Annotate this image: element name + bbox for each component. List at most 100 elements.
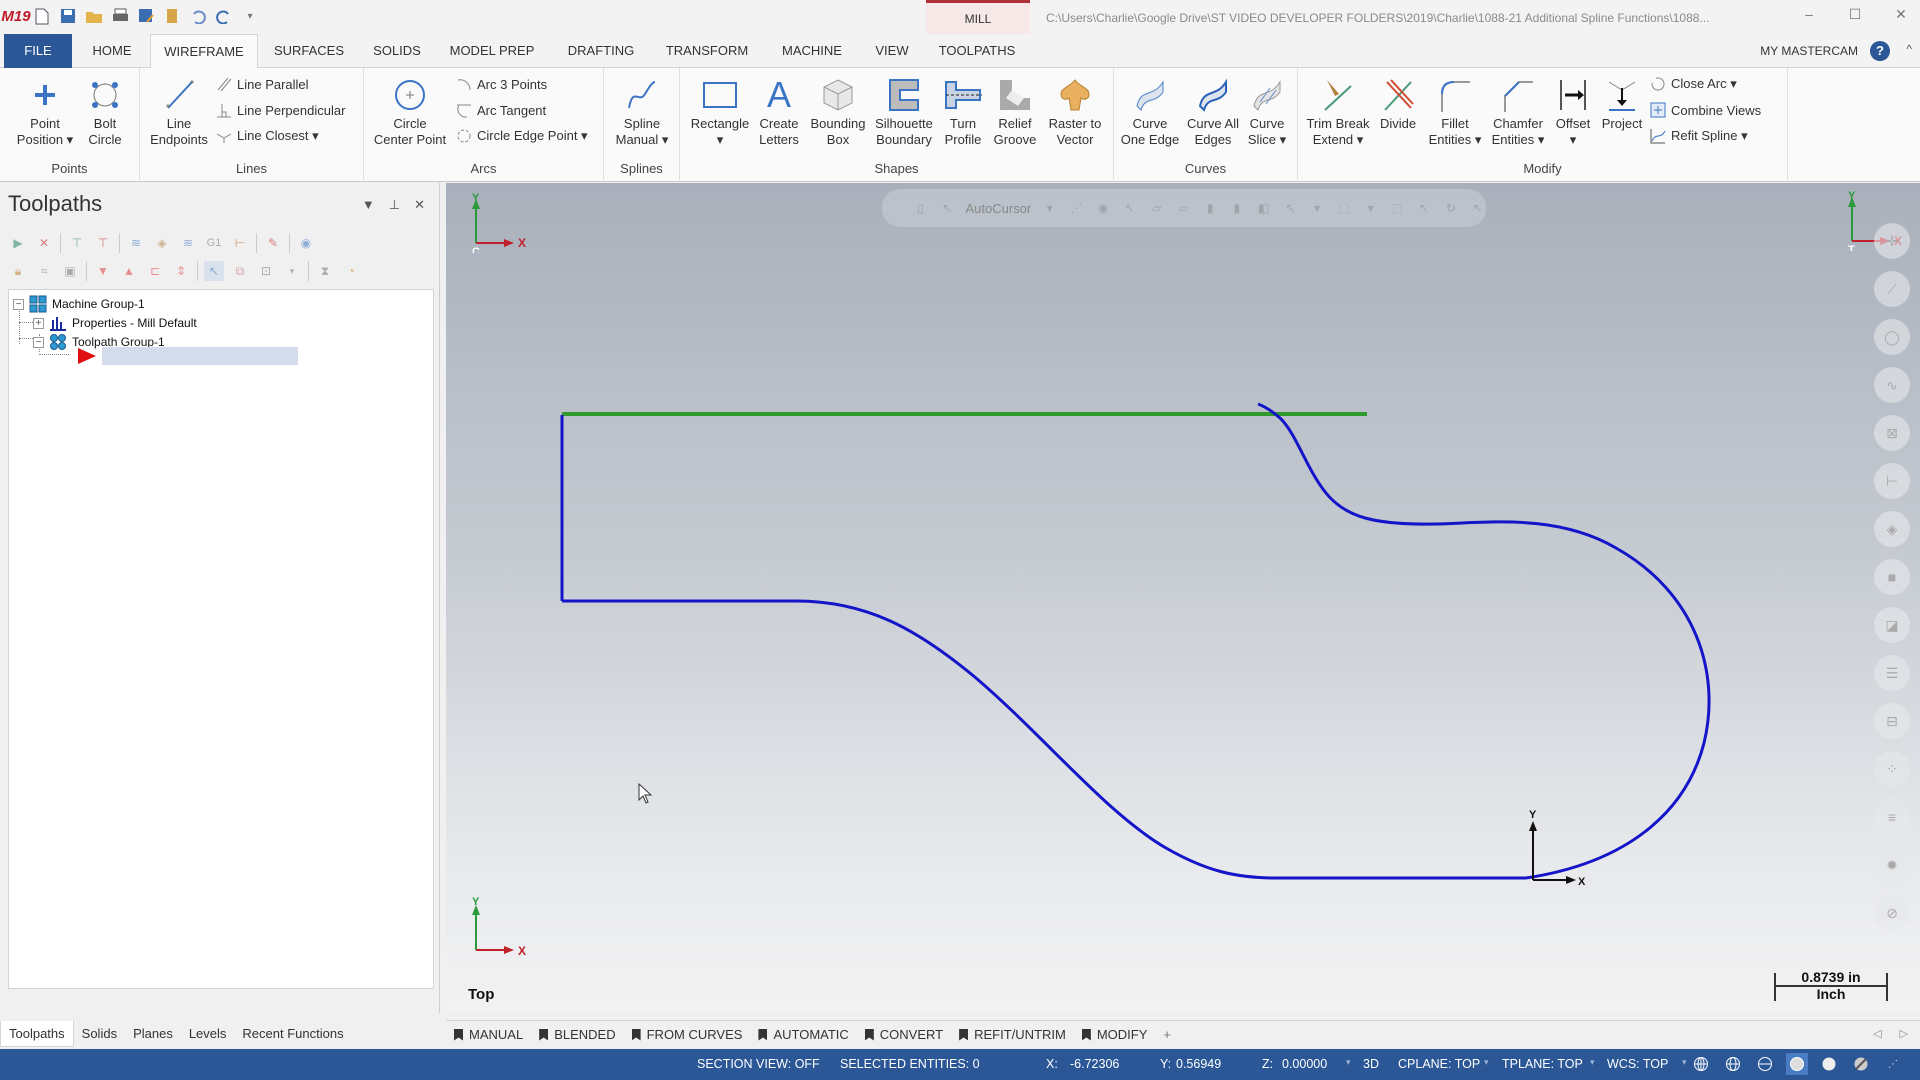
g1-icon[interactable]: G1 bbox=[204, 233, 224, 253]
tab-model-prep[interactable]: MODEL PREP bbox=[444, 34, 540, 68]
tab-transform[interactable]: TRANSFORM bbox=[658, 34, 756, 68]
select-icon[interactable]: ↖ bbox=[1122, 199, 1139, 217]
dropdown-icon[interactable]: ▾ bbox=[1309, 199, 1326, 217]
tab-solids-manager[interactable]: Solids bbox=[74, 1021, 125, 1047]
function-tab-convert[interactable]: CONVERT bbox=[864, 1027, 943, 1042]
autocursor-icon[interactable]: ↖ bbox=[939, 199, 956, 217]
lock-selection-icon[interactable]: ▯ bbox=[912, 199, 929, 217]
highfeed-icon[interactable]: ✎ bbox=[263, 233, 283, 253]
function-tab-blended[interactable]: BLENDED bbox=[539, 1027, 616, 1042]
3d-mode-toggle[interactable]: 3D bbox=[1363, 1057, 1379, 1071]
offset-button[interactable]: Offset ▾ bbox=[1550, 74, 1596, 148]
select-last-icon[interactable]: ↖ bbox=[1416, 199, 1433, 217]
hidden-line-removed-icon[interactable] bbox=[1754, 1053, 1776, 1075]
tab-planes-manager[interactable]: Planes bbox=[125, 1021, 181, 1047]
tab-view[interactable]: VIEW bbox=[866, 34, 918, 68]
wireframe-globe-icon[interactable] bbox=[1690, 1053, 1712, 1075]
move-down-icon[interactable]: ▼ bbox=[93, 261, 113, 281]
dropdown-icon[interactable]: ▾ bbox=[1041, 199, 1058, 217]
scroll-left-icon[interactable]: ◁ bbox=[1873, 1027, 1881, 1040]
clear-mask-icon[interactable]: ⊘ bbox=[1874, 895, 1910, 931]
undo-icon[interactable] bbox=[188, 6, 208, 26]
tab-home[interactable]: HOME bbox=[84, 34, 140, 68]
mask-lines-icon[interactable]: ⟋ bbox=[1874, 271, 1910, 307]
select-body-icon[interactable]: ▮ bbox=[1229, 199, 1246, 217]
tab-surfaces[interactable]: SURFACES bbox=[268, 34, 350, 68]
scroll-to-insert-icon[interactable]: ⇕ bbox=[171, 261, 191, 281]
mask-color-icon[interactable]: ⁘ bbox=[1874, 751, 1910, 787]
mask-points-icon[interactable]: ✛ bbox=[1874, 223, 1910, 259]
circle-center-point-button[interactable]: Circle Center Point bbox=[370, 74, 450, 148]
backplot-icon[interactable]: ≋ bbox=[178, 233, 198, 253]
tplane-selector[interactable]: TPLANE: TOP bbox=[1502, 1057, 1583, 1071]
mask-level-icon[interactable]: ≡ bbox=[1874, 799, 1910, 835]
tab-recent-functions[interactable]: Recent Functions bbox=[234, 1021, 351, 1047]
turn-profile-button[interactable]: Turn Profile bbox=[938, 74, 988, 148]
mask-results-icon[interactable]: ⊟ bbox=[1874, 703, 1910, 739]
close-arc-button[interactable]: Close Arc ▾ bbox=[1650, 73, 1737, 95]
translucency-icon[interactable] bbox=[1850, 1053, 1872, 1075]
dropdown-icon[interactable]: ▾ bbox=[1362, 199, 1379, 217]
collapse-toggle[interactable]: − bbox=[13, 298, 24, 310]
line-perpendicular-button[interactable]: Line Perpendicular bbox=[216, 99, 345, 121]
spline-manual-button[interactable]: Spline Manual ▾ bbox=[608, 74, 676, 148]
select-dirty-ops-icon[interactable]: ⊤ bbox=[67, 233, 87, 253]
mask-solid-faces-icon[interactable]: ◈ bbox=[1874, 511, 1910, 547]
mask-splines-icon[interactable]: ∿ bbox=[1874, 367, 1910, 403]
insert-arrow-row[interactable] bbox=[77, 347, 298, 365]
right-loop-spline[interactable] bbox=[1257, 402, 1711, 880]
expand-toggle[interactable]: + bbox=[33, 317, 44, 329]
snap-grid-icon[interactable]: ⋰ bbox=[1068, 199, 1085, 217]
unselect-all-icon[interactable]: ↖ bbox=[1469, 199, 1486, 217]
deselect-dirty-ops-icon[interactable]: ⊤ bbox=[93, 233, 113, 253]
create-letters-button[interactable]: A Create Letters bbox=[752, 74, 806, 148]
file-properties-icon[interactable] bbox=[162, 6, 182, 26]
select-all-operations-icon[interactable]: ▶ bbox=[8, 233, 28, 253]
select-edge-icon[interactable]: ▮ bbox=[1202, 199, 1219, 217]
tab-levels-manager[interactable]: Levels bbox=[181, 1021, 235, 1047]
tab-machine[interactable]: MACHINE bbox=[772, 34, 852, 68]
my-mastercam-link[interactable]: MY MASTERCAM bbox=[1760, 34, 1858, 68]
close-button[interactable]: ✕ bbox=[1892, 6, 1910, 23]
function-tab-modify[interactable]: MODIFY bbox=[1081, 1027, 1147, 1042]
rectangle-button[interactable]: Rectangle ▾ bbox=[688, 74, 752, 148]
minimize-button[interactable]: ‒ bbox=[1800, 6, 1818, 23]
graphics-viewport[interactable]: ▯ ↖ AutoCursor ▾ ⋰ ◉ ↖ ▱ ▱ ▮ ▮ ◧ ↖ ▾ ⬚ ▾… bbox=[446, 183, 1920, 1013]
save-icon[interactable] bbox=[58, 6, 78, 26]
s-curve-spline[interactable] bbox=[795, 599, 1277, 880]
hidden-line-globe-icon[interactable] bbox=[1722, 1053, 1744, 1075]
mask-solids-icon[interactable]: ■ bbox=[1874, 559, 1910, 595]
app-logo-icon[interactable]: M19 bbox=[1, 6, 30, 26]
window-select-icon[interactable]: ↖ bbox=[1282, 199, 1299, 217]
point-position-button[interactable]: Point Position ▾ bbox=[10, 74, 80, 148]
simulator-icon[interactable]: ⧗ bbox=[315, 261, 335, 281]
function-tab-refit-untrim[interactable]: REFIT/UNTRIM bbox=[959, 1027, 1066, 1042]
add-function-tab-button[interactable]: + bbox=[1163, 1027, 1171, 1042]
tab-file[interactable]: FILE bbox=[4, 34, 72, 68]
regenerate-dirty-icon[interactable]: ◈ bbox=[152, 233, 172, 253]
wcs-dropdown-icon[interactable]: ▾ bbox=[1682, 1057, 1687, 1068]
select-solid-icon[interactable]: ▱ bbox=[1148, 199, 1165, 217]
help-icon[interactable]: ? bbox=[1870, 41, 1890, 61]
verify-selection-icon[interactable]: ⬚ bbox=[1336, 199, 1353, 217]
autocursor-dropdown[interactable]: AutoCursor bbox=[966, 201, 1032, 216]
customize-qat-icon[interactable]: ▾ bbox=[240, 6, 260, 26]
divide-button[interactable]: Divide bbox=[1374, 74, 1422, 132]
curve-slice-button[interactable]: Curve Slice ▾ bbox=[1242, 74, 1292, 148]
lock-icon[interactable]: 🔒︎ bbox=[8, 261, 28, 281]
cplane-dropdown-icon[interactable]: ▾ bbox=[1484, 1057, 1489, 1068]
shaded-icon[interactable] bbox=[1786, 1053, 1808, 1075]
pin-icon[interactable]: ⊥ bbox=[389, 197, 400, 213]
redo-icon[interactable] bbox=[214, 6, 234, 26]
tree-item-properties[interactable]: + Properties - Mill Default bbox=[33, 314, 197, 332]
toggle-posting-icon[interactable]: ▣ bbox=[60, 261, 80, 281]
collapse-toggle[interactable]: − bbox=[33, 336, 44, 348]
mask-meshes-icon[interactable]: ◪ bbox=[1874, 607, 1910, 643]
line-parallel-button[interactable]: Line Parallel bbox=[216, 73, 309, 95]
curve-all-edges-button[interactable]: Curve All Edges bbox=[1184, 74, 1242, 148]
bolt-circle-button[interactable]: Bolt Circle bbox=[80, 74, 130, 148]
curve-one-edge-button[interactable]: Curve One Edge bbox=[1118, 74, 1182, 148]
open-folder-icon[interactable] bbox=[84, 6, 104, 26]
maximize-button[interactable]: ☐ bbox=[1846, 6, 1864, 23]
print-icon[interactable] bbox=[110, 6, 130, 26]
